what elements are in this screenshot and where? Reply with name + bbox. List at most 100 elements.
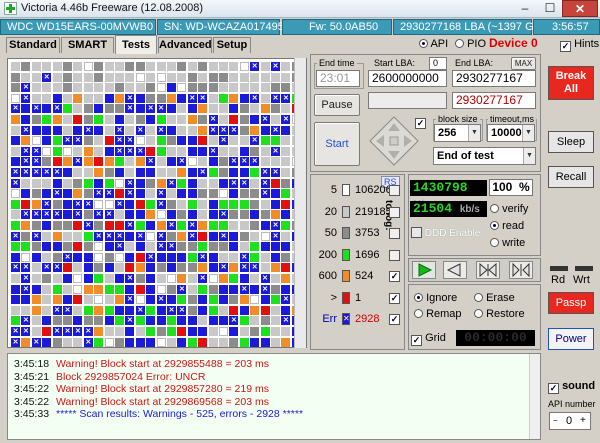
- block-cell: [250, 242, 260, 252]
- block-cell: [250, 337, 260, 347]
- block-cell: ✕: [260, 178, 270, 188]
- write-radio[interactable]: [490, 238, 499, 247]
- close-button[interactable]: ✕: [562, 0, 598, 17]
- tab-setup[interactable]: Setup: [213, 37, 251, 53]
- break-all-button[interactable]: Break All: [548, 66, 594, 100]
- tab-standard[interactable]: Standard: [6, 37, 60, 53]
- start-lba-zero[interactable]: 0: [429, 57, 447, 70]
- block-cell: [63, 157, 72, 167]
- read-option[interactable]: read: [490, 220, 524, 232]
- to-log-checkbox[interactable]: ✓: [389, 314, 400, 325]
- api-radio[interactable]: [419, 39, 428, 48]
- seek-checkbox[interactable]: ✓: [415, 118, 426, 129]
- block-cell: [94, 337, 104, 347]
- end-lba-field[interactable]: 2930277167: [452, 70, 536, 87]
- end-icon: [512, 262, 530, 278]
- spin-up-icon[interactable]: +: [580, 413, 586, 429]
- restore-radio[interactable]: [474, 309, 483, 318]
- erase-radio[interactable]: [474, 293, 483, 302]
- verify-option[interactable]: verify: [490, 203, 528, 215]
- ddd-option[interactable]: DDD Enable: [411, 227, 480, 239]
- minimize-button[interactable]: –: [512, 0, 538, 17]
- grid-checkbox[interactable]: ✓: [411, 335, 422, 346]
- to-log-checkbox[interactable]: [389, 249, 400, 261]
- tab-tests[interactable]: Tests: [115, 35, 157, 54]
- api-option[interactable]: API: [419, 38, 448, 50]
- block-cell: ✕: [21, 263, 31, 273]
- block-cell: [177, 274, 187, 283]
- write-option[interactable]: write: [490, 237, 525, 249]
- block-map-scrollbar[interactable]: [294, 58, 306, 348]
- block-cell: [11, 210, 20, 220]
- power-button[interactable]: Power: [548, 328, 594, 350]
- block-cell: [281, 104, 291, 114]
- ignore-option[interactable]: Ignore: [414, 292, 457, 304]
- block-cell: ✕: [125, 178, 135, 188]
- remap-radio[interactable]: [414, 309, 423, 318]
- remap-option[interactable]: Remap: [414, 308, 462, 320]
- block-cell: [281, 221, 291, 230]
- log-scrollbar[interactable]: [529, 354, 540, 439]
- sound-option[interactable]: ✓ sound: [548, 380, 595, 394]
- block-cell: [219, 274, 228, 283]
- recall-button[interactable]: Recall: [548, 166, 594, 188]
- block-cell: [94, 104, 104, 114]
- spin-down-icon[interactable]: −: [553, 413, 558, 429]
- ddd-checkbox[interactable]: [411, 227, 422, 238]
- read-radio[interactable]: [490, 221, 499, 230]
- timeout-select[interactable]: 10000 ▼: [487, 124, 535, 142]
- maximize-button[interactable]: ☐: [538, 0, 562, 17]
- block-cell: [94, 252, 104, 262]
- api-number-spinner[interactable]: − 0 +: [549, 412, 591, 430]
- max-button[interactable]: MAX: [511, 57, 536, 70]
- sleep-button[interactable]: Sleep: [548, 131, 594, 153]
- grid-option[interactable]: ✓ Grid: [411, 332, 446, 346]
- passp-button[interactable]: Passp: [548, 292, 594, 314]
- block-cell: ✕: [21, 125, 31, 135]
- block-cell: [208, 284, 218, 294]
- block-cell: [63, 274, 72, 283]
- block-cell: [31, 115, 41, 124]
- block-cell: ✕: [271, 146, 280, 156]
- skip-button[interactable]: [476, 261, 500, 279]
- sound-label: sound: [562, 380, 596, 392]
- ignore-radio[interactable]: [414, 293, 423, 302]
- to-log-checkbox[interactable]: [389, 185, 400, 196]
- to-log-checkbox[interactable]: ✓: [389, 292, 400, 304]
- block-cell: [11, 83, 20, 93]
- block-cell: [250, 72, 260, 82]
- sound-checkbox[interactable]: ✓: [548, 383, 559, 394]
- block-cell: [83, 93, 93, 103]
- end-button[interactable]: [509, 261, 533, 279]
- block-cell: [104, 178, 114, 188]
- end-action-select[interactable]: End of test ▼: [433, 147, 536, 165]
- start-button[interactable]: Start: [314, 122, 360, 166]
- hints-option[interactable]: ✓ Hints: [560, 38, 599, 52]
- to-log-checkbox[interactable]: [389, 228, 400, 239]
- hints-checkbox[interactable]: ✓: [560, 41, 571, 52]
- block-size-select[interactable]: 256 ▼: [434, 124, 481, 142]
- block-cell: [11, 189, 20, 199]
- block-cell: [198, 337, 208, 347]
- erase-option[interactable]: Erase: [474, 292, 515, 304]
- block-cell: [260, 125, 270, 135]
- block-cell: ✕: [73, 210, 83, 220]
- block-cell: [177, 189, 187, 199]
- end-time-field[interactable]: 23:01: [316, 70, 360, 87]
- block-cell: [208, 242, 218, 252]
- rewind-button[interactable]: [443, 261, 467, 279]
- restore-option[interactable]: Restore: [474, 308, 525, 320]
- play-button[interactable]: [412, 261, 436, 279]
- start-lba-field[interactable]: 2600000000: [368, 70, 447, 87]
- pause-button[interactable]: Pause: [314, 94, 360, 116]
- verify-radio[interactable]: [490, 204, 499, 213]
- block-cell: [260, 136, 270, 146]
- pio-option[interactable]: PIO: [455, 38, 486, 50]
- tab-smart[interactable]: SMART: [61, 37, 114, 53]
- block-cell: [115, 157, 124, 167]
- pio-radio[interactable]: [455, 39, 464, 48]
- to-log-checkbox[interactable]: ✓: [389, 271, 400, 282]
- to-log-checkbox[interactable]: [389, 206, 400, 218]
- block-cell: ✕: [208, 146, 218, 156]
- tab-advanced[interactable]: Advanced: [158, 37, 212, 53]
